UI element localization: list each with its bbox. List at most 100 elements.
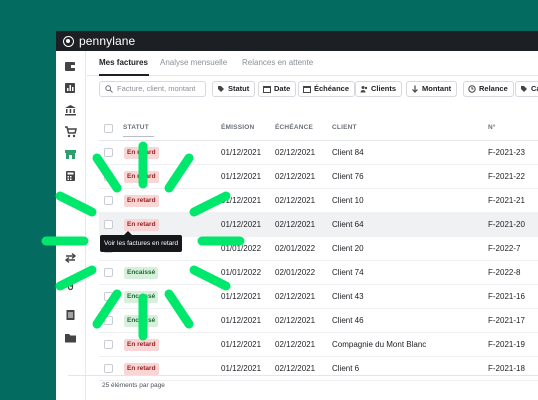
status-badge[interactable]: Encaissé	[124, 267, 159, 279]
app-window: pennylane Mes factures Analyse mensuelle…	[56, 31, 538, 400]
status-badge[interactable]: En retard	[124, 171, 159, 183]
emission-date: 01/01/2022	[221, 244, 262, 253]
sidebar	[56, 51, 86, 400]
due-date: 02/01/2022	[275, 268, 316, 277]
status-badge[interactable]: Encaissé	[124, 291, 159, 303]
client-name: Client 6	[332, 364, 360, 373]
due-date: 02/12/2021	[275, 172, 316, 181]
row-checkbox[interactable]	[104, 364, 113, 373]
client-name: Client 76	[332, 172, 364, 181]
top-bar: pennylane	[56, 31, 538, 51]
filter-echeance-label: Échéance	[314, 84, 350, 93]
bank-icon[interactable]	[64, 104, 77, 116]
tab-bar: Mes factures Analyse mensuelle Relances …	[87, 51, 538, 76]
invoice-number: F-2021-20	[488, 220, 525, 229]
header-client[interactable]: CLIENT	[332, 124, 357, 131]
filter-montant-label: Montant	[422, 84, 452, 93]
wallet-icon[interactable]	[64, 60, 77, 72]
calculator-icon[interactable]	[64, 170, 77, 182]
invoice-number: F-2021-18	[488, 364, 525, 373]
tab-analyse-mensuelle[interactable]: Analyse mensuelle	[160, 58, 227, 67]
due-date: 02/01/2022	[275, 244, 316, 253]
invoice-number: F-2021-17	[488, 316, 525, 325]
due-date: 02/12/2021	[275, 340, 316, 349]
emission-date: 01/12/2021	[221, 148, 262, 157]
emission-date: 01/12/2021	[221, 340, 262, 349]
filter-statut-label: Statut	[228, 84, 250, 93]
folder-icon[interactable]	[64, 332, 77, 344]
client-name: Client 43	[332, 292, 364, 301]
search-placeholder: Facture, client, montant	[117, 84, 196, 93]
invoice-number: F-2021-21	[488, 196, 525, 205]
header-number[interactable]: N°	[488, 124, 496, 131]
filter-echeance[interactable]: Échéance	[298, 81, 356, 97]
active-tab-indicator	[99, 74, 149, 76]
cart-icon[interactable]	[64, 126, 77, 138]
filter-ca[interactable]: Ca	[515, 81, 538, 97]
row-checkbox[interactable]	[104, 196, 113, 205]
tab-relances-en-attente[interactable]: Relances en attente	[242, 58, 313, 67]
header-statut[interactable]: STATUT	[123, 124, 149, 131]
table-header: STATUT ÉMISSION ÉCHÉANCE CLIENT N°	[99, 117, 538, 141]
row-checkbox[interactable]	[104, 172, 113, 181]
row-checkbox[interactable]	[104, 220, 113, 229]
client-name: Client 74	[332, 268, 364, 277]
row-checkbox[interactable]	[104, 316, 113, 325]
table-row[interactable]: Encaissé 01/01/2022 02/01/2022 Client 74 F-2…	[99, 261, 538, 285]
store-icon[interactable]	[64, 148, 77, 160]
search-input[interactable]: Facture, client, montant	[99, 81, 206, 97]
invoice-number: F-2021-23	[488, 148, 525, 157]
chart-icon[interactable]	[64, 82, 77, 94]
emission-date: 01/12/2021	[221, 220, 262, 229]
table-row[interactable]: En retard 01/12/2021 02/12/2021 Client 6 F-2…	[99, 357, 538, 381]
status-badge[interactable]: En retard	[124, 195, 159, 207]
transfer-icon[interactable]	[64, 252, 77, 264]
paperclip-icon[interactable]	[64, 279, 77, 291]
table-row[interactable]: En retard 01/12/2021 02/12/2021 Client 76 F-…	[99, 165, 538, 189]
table-row[interactable]: En retard 01/12/2021 02/12/2021 Client 10 F-…	[99, 189, 538, 213]
tag-icon	[521, 86, 527, 92]
client-name: Compagnie du Mont Blanc	[332, 340, 427, 349]
brand-name: pennylane	[79, 34, 136, 48]
table-row[interactable]: En retard 01/12/2021 02/12/2021 Compagnie d…	[99, 333, 538, 357]
filter-clients-label: Clients	[371, 84, 397, 93]
status-badge[interactable]: En retard	[124, 219, 159, 231]
table-row[interactable]: Encaissé 01/12/2021 02/12/2021 Client 43 F-2…	[99, 285, 538, 309]
filter-clients[interactable]: Clients	[355, 81, 403, 97]
emission-date: 01/12/2021	[221, 196, 262, 205]
table-row[interactable]: Encaissé 01/12/2021 02/12/2021 Client 46 F-2…	[99, 309, 538, 333]
due-date: 02/12/2021	[275, 292, 316, 301]
invoice-number: F-2021-16	[488, 292, 525, 301]
row-checkbox[interactable]	[104, 148, 113, 157]
pagination-count: 25 éléments par page	[102, 382, 165, 389]
row-checkbox[interactable]	[104, 268, 113, 277]
filter-relance-label: Relance	[479, 84, 508, 93]
filter-statut[interactable]: Statut	[212, 81, 256, 97]
row-checkbox[interactable]	[104, 340, 113, 349]
filter-ca-label: Ca	[531, 84, 538, 93]
status-badge[interactable]: En retard	[124, 339, 159, 351]
status-badge[interactable]: En retard	[124, 363, 159, 375]
emission-date: 01/12/2021	[221, 364, 262, 373]
select-all-checkbox[interactable]	[104, 124, 113, 133]
emission-date: 01/12/2021	[221, 316, 262, 325]
row-checkbox[interactable]	[104, 292, 113, 301]
filter-date-label: Date	[274, 84, 291, 93]
invoice-number: F-2021-19	[488, 340, 525, 349]
invoice-number: F-2022-8	[488, 268, 521, 277]
filter-date[interactable]: Date	[258, 81, 297, 97]
filter-bar: Facture, client, montant Statut Date Éch…	[99, 81, 538, 97]
header-emission[interactable]: ÉMISSION	[221, 124, 254, 131]
filter-relance[interactable]: Relance	[463, 81, 514, 97]
status-badge[interactable]: Encaissé	[124, 315, 159, 327]
table-row[interactable]: En retard 01/12/2021 02/12/2021 Client 84 F-…	[99, 141, 538, 165]
table-row[interactable]: En retard 01/12/2021 02/12/2021 Client 64 F-…	[99, 213, 538, 237]
filter-montant[interactable]: Montant	[406, 81, 458, 97]
client-name: Client 10	[332, 196, 364, 205]
document-icon[interactable]	[64, 309, 77, 321]
status-badge[interactable]: En retard	[124, 147, 159, 159]
clock-icon	[468, 85, 476, 93]
users-icon	[360, 86, 368, 93]
header-echeance[interactable]: ÉCHÉANCE	[275, 124, 313, 131]
tab-mes-factures[interactable]: Mes factures	[99, 58, 148, 67]
